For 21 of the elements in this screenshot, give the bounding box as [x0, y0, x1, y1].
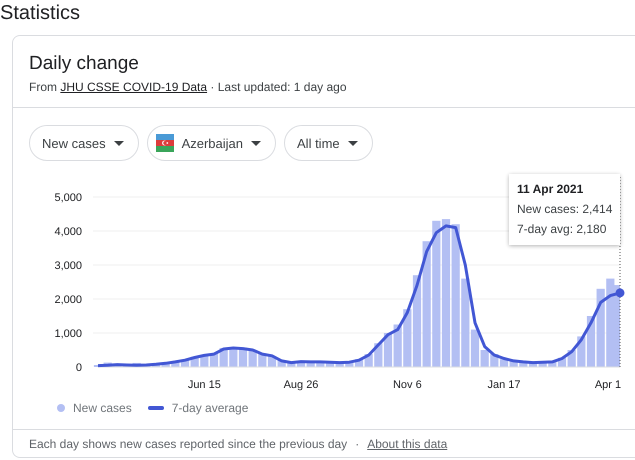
footer-note: Each day shows new cases reported since the previous day — [29, 437, 348, 451]
tooltip-value: 7-day avg: 2,180 — [517, 221, 608, 238]
y-axis-label: 2,000 — [54, 294, 82, 306]
card-title: Daily change — [29, 52, 140, 76]
x-axis-label: Aug 26 — [284, 379, 318, 391]
y-axis-label: 4,000 — [54, 226, 82, 238]
x-axis-label: Jan 17 — [487, 379, 521, 391]
y-axis-label: 1,000 — [54, 328, 82, 340]
separator-dot: · — [355, 437, 360, 451]
y-axis-label: 0 — [76, 362, 82, 374]
tooltip-date: 11 Apr 2021 — [517, 181, 584, 198]
page-title: Statistics — [0, 1, 82, 26]
legend-label: New cases — [73, 401, 132, 415]
x-axis-label: Apr 1 — [594, 379, 622, 391]
legend-label: 7-day average — [172, 401, 248, 415]
tooltip-value: New cases: 2,414 — [517, 201, 612, 218]
source-text: From JHU CSSE COVID-19 Data · Last updated: 1 day ago — [29, 80, 348, 95]
x-axis-label: Jun 15 — [188, 379, 221, 391]
y-axis-label: 3,000 — [54, 260, 82, 272]
y-axis-label: 5,000 — [54, 192, 82, 204]
x-axis-label: Nov 6 — [392, 379, 422, 391]
